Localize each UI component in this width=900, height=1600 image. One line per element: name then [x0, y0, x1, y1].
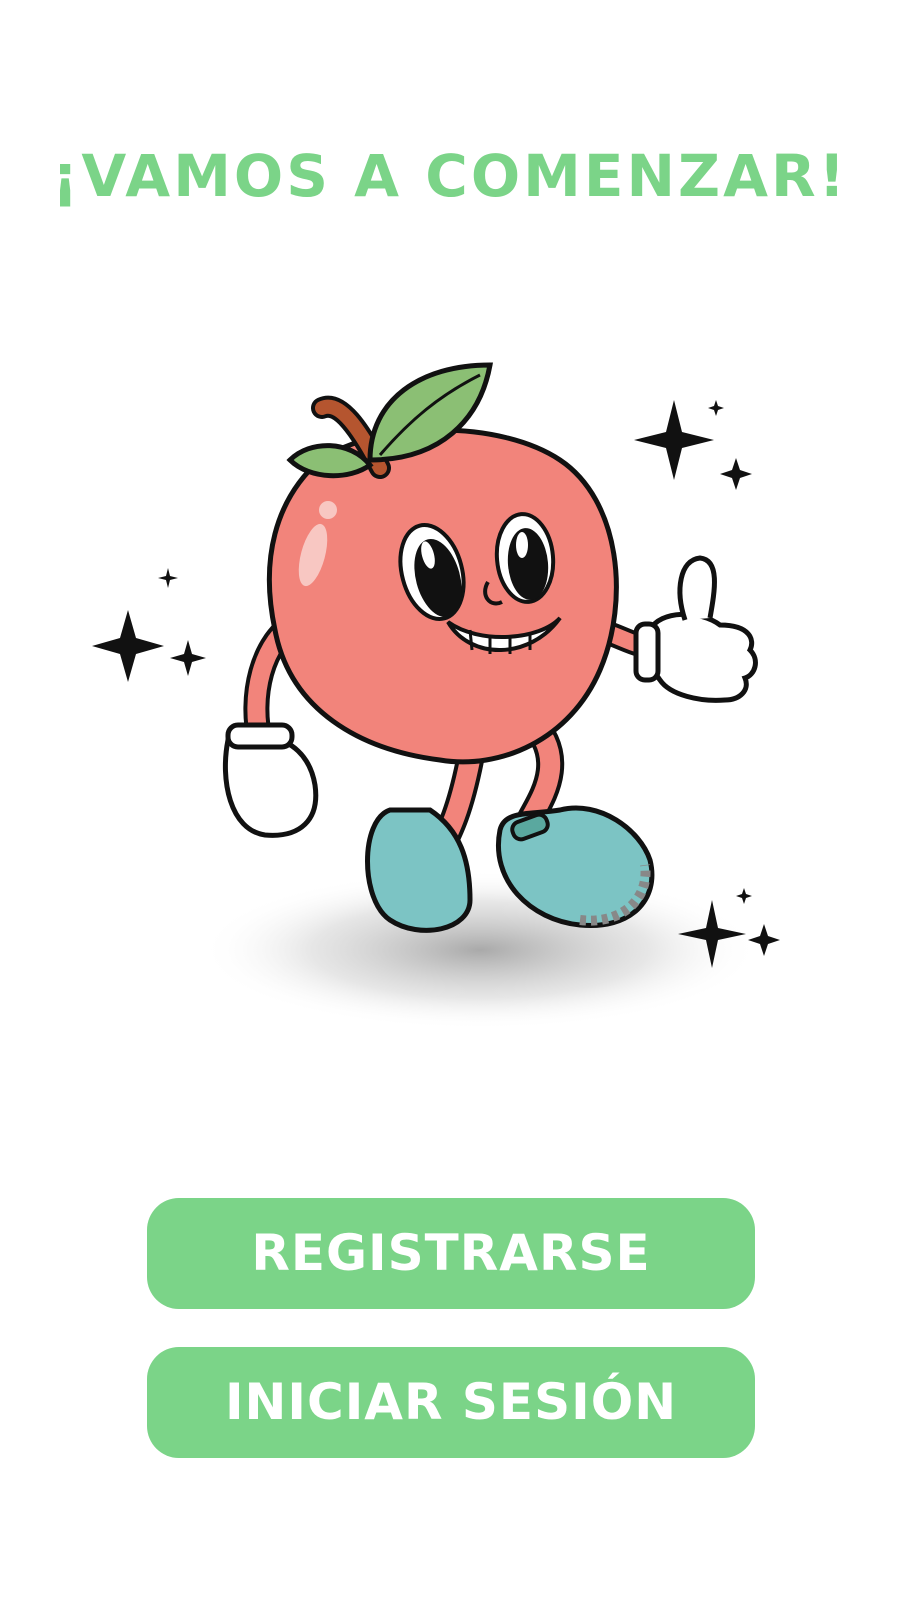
sparkle-right-top-icon: [634, 400, 752, 490]
page-title: ¡VAMOS A COMENZAR!: [51, 142, 849, 210]
ground-shadow: [200, 870, 760, 1030]
login-button[interactable]: INICIAR SESIÓN: [147, 1347, 755, 1458]
sparkle-left-icon: [92, 568, 206, 682]
peach-mascot-illustration: [92, 362, 780, 1030]
register-button[interactable]: REGISTRARSE: [147, 1198, 755, 1309]
